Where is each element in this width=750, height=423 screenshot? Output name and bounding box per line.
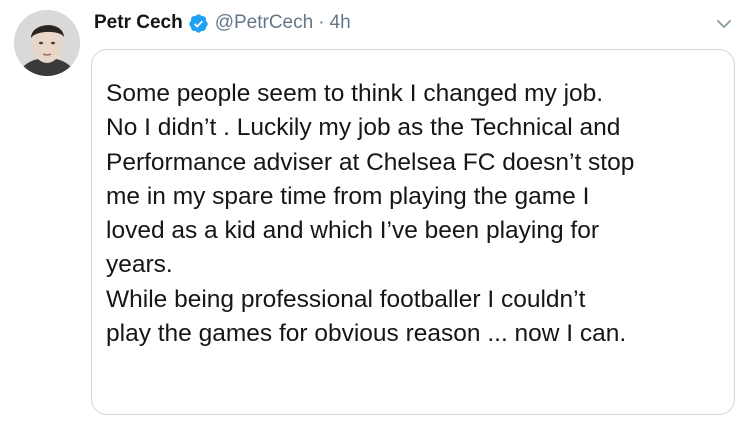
verified-badge-icon (188, 13, 209, 34)
image-text-line: me in my spare time from playing the gam… (106, 182, 590, 210)
image-text-line: Performance adviser at Chelsea FC doesn’… (106, 148, 635, 176)
tweet[interactable]: Petr Cech @PetrCech · 4h Some people see… (0, 0, 750, 423)
chevron-down-icon[interactable] (714, 14, 734, 34)
image-text-line: years. (106, 251, 173, 279)
tweet-image-card[interactable]: Some people seem to think I changed my j… (91, 49, 735, 415)
image-text-line: loved as a kid and which I’ve been playi… (106, 217, 600, 245)
timestamp[interactable]: 4h (330, 12, 351, 34)
image-text-line: While being professional footballer I co… (106, 285, 586, 313)
display-name[interactable]: Petr Cech (94, 12, 183, 34)
image-text-line: play the games for obvious reason ... no… (106, 320, 627, 348)
tweet-header: Petr Cech @PetrCech · 4h (94, 9, 351, 37)
image-text-line: No I didn’t . Luckily my job as the Tech… (106, 114, 621, 142)
image-text-line: Some people seem to think I changed my j… (106, 80, 604, 107)
image-text: Some people seem to think I changed my j… (106, 77, 726, 351)
avatar[interactable] (14, 10, 80, 76)
profile-photo-icon (14, 10, 80, 76)
separator: · (318, 12, 325, 33)
user-handle[interactable]: @PetrCech (215, 12, 314, 34)
